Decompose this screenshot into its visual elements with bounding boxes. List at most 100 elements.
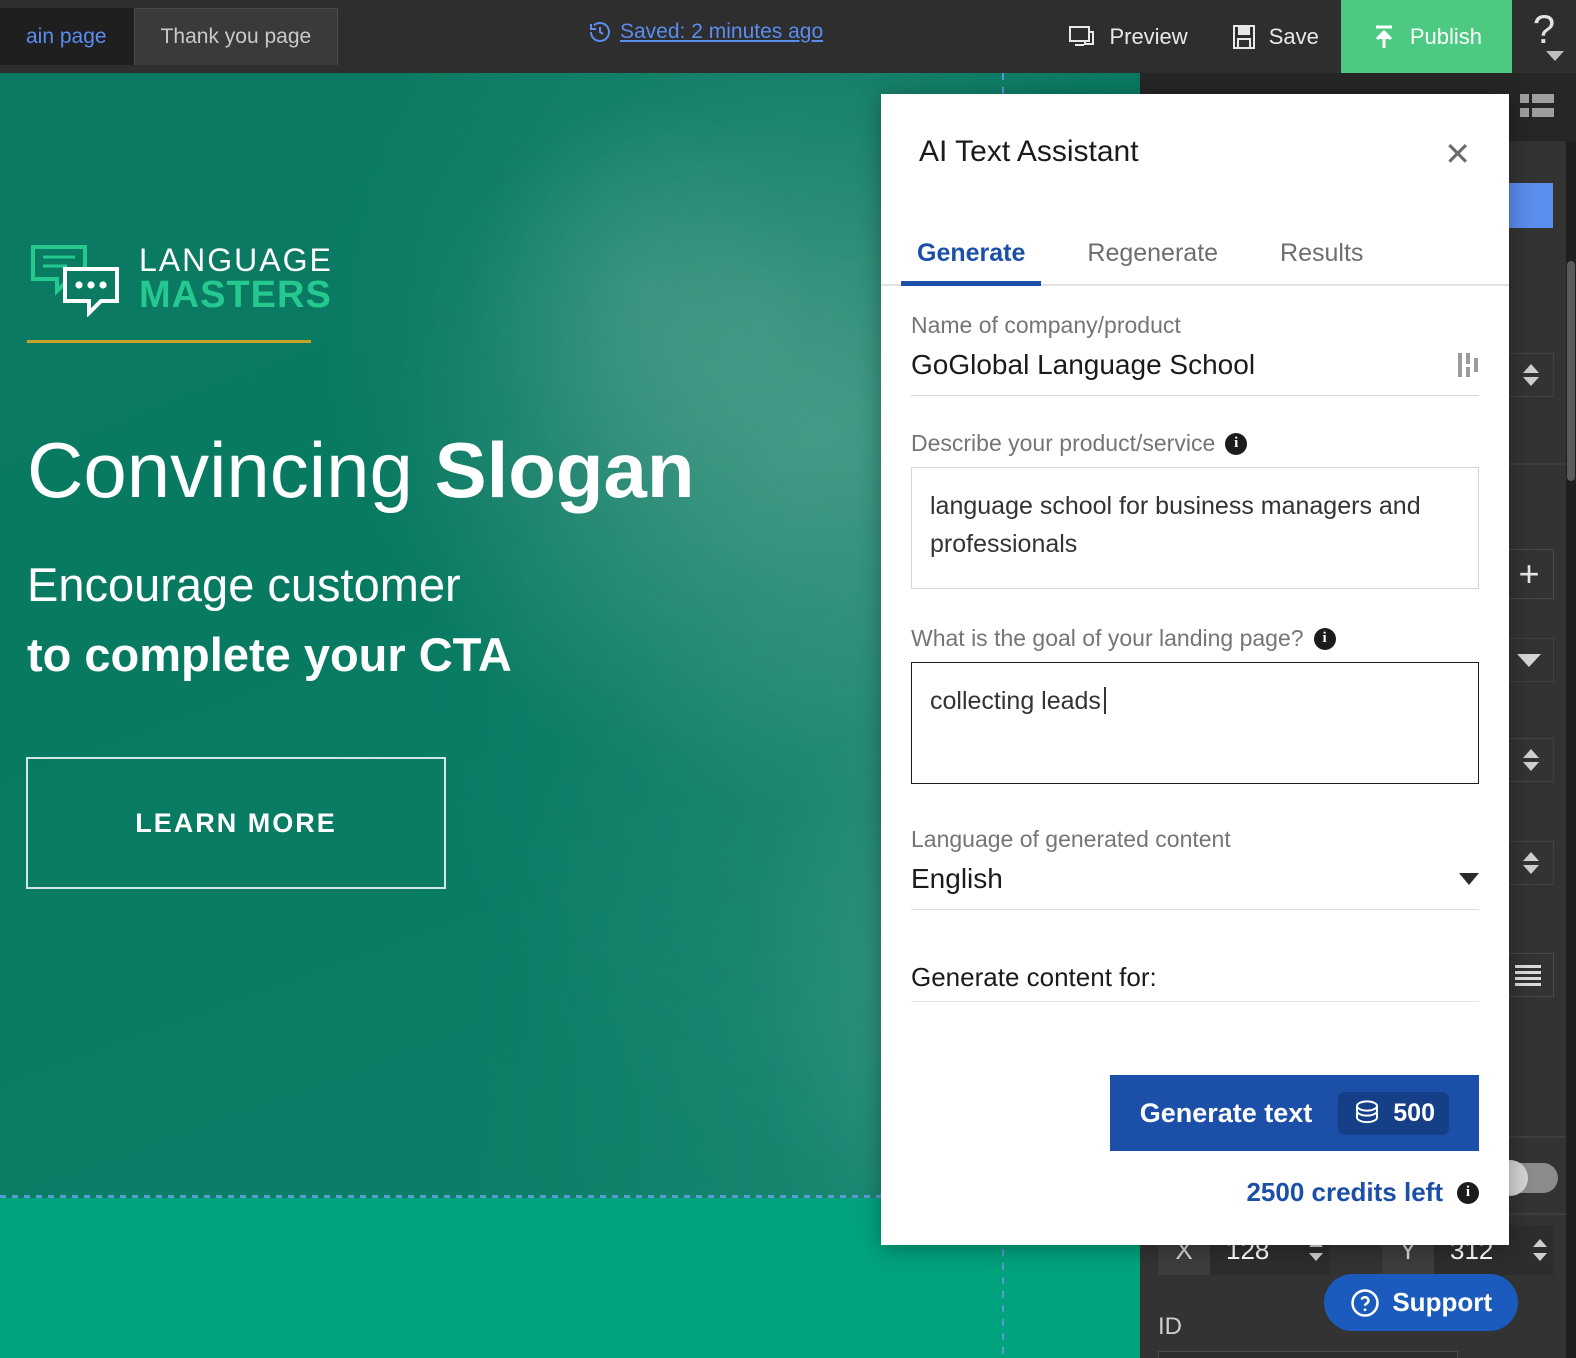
language-field-group: Language of generated content English (911, 826, 1479, 910)
question-circle-icon (1350, 1288, 1380, 1318)
speech-bubbles-icon (27, 241, 123, 317)
company-value: GoGlobal Language School (911, 349, 1256, 380)
top-toolbar: ain page Thank you page Saved: 2 minutes… (0, 0, 1576, 73)
language-select[interactable]: English (911, 863, 1479, 910)
credit-cost-value: 500 (1393, 1098, 1435, 1127)
right-panel-scrollbar[interactable] (1566, 141, 1576, 1358)
company-label: Name of company/product (911, 312, 1181, 338)
coin-stack-icon (1352, 1099, 1382, 1127)
support-label: Support (1392, 1287, 1492, 1317)
page-tabs: ain page Thank you page (0, 8, 339, 65)
align-line-icon (1515, 982, 1541, 986)
language-label: Language of generated content (911, 826, 1231, 852)
chevron-up-icon (1523, 749, 1539, 758)
modal-title: AI Text Assistant (919, 135, 1139, 168)
app-root: ain page Thank you page Saved: 2 minutes… (0, 0, 1576, 1358)
info-icon[interactable]: i (1225, 432, 1248, 455)
page-tab-main[interactable]: ain page (0, 8, 134, 65)
tab-generate-label: Generate (917, 239, 1026, 267)
hero-headline-bold: Slogan (434, 426, 695, 514)
site-logo[interactable]: LANGUAGE MASTERS (27, 241, 333, 343)
company-input[interactable]: GoGlobal Language School (911, 349, 1479, 396)
modal-tabs: Generate Regenerate Results (881, 210, 1509, 286)
generate-text-label: Generate text (1139, 1097, 1313, 1128)
scrollbar-thumb[interactable] (1567, 261, 1575, 481)
close-icon[interactable]: ✕ (1444, 138, 1471, 170)
hero-headline[interactable]: Convincing Slogan (27, 429, 695, 512)
preview-label: Preview (1109, 23, 1188, 49)
logo-line-2: MASTERS (139, 274, 332, 316)
chevron-down-icon (1309, 1253, 1323, 1261)
language-value: English (911, 863, 1003, 894)
text-cursor (1103, 687, 1106, 714)
generate-content-for-label: Generate content for: (911, 962, 1479, 1002)
page-tab-main-label: ain page (26, 25, 107, 48)
align-line-icon (1515, 976, 1541, 980)
credits-left[interactable]: 2500 credits left i (1246, 1177, 1479, 1208)
page-tab-thank-you[interactable]: Thank you page (133, 8, 339, 65)
describe-label-text: Describe your product/service (911, 430, 1216, 456)
floppy-disk-icon (1232, 24, 1256, 50)
describe-label: Describe your product/service i (911, 430, 1479, 457)
top-toolbar-right: Preview Save Publish ? (1046, 0, 1576, 73)
history-clock-icon (588, 20, 612, 44)
add-element-button[interactable]: + (1504, 549, 1554, 599)
learn-more-button[interactable]: LEARN MORE (26, 757, 446, 889)
tab-regenerate[interactable]: Regenerate (1079, 239, 1226, 284)
modal-header: AI Text Assistant ✕ (881, 94, 1509, 210)
chevron-down-icon (1459, 873, 1479, 885)
color-swatch[interactable] (1506, 183, 1553, 228)
modal-footer: Generate text 500 2500 credits left i (881, 1053, 1509, 1245)
number-stepper-3[interactable] (1508, 841, 1554, 885)
goal-textarea[interactable]: collecting leads (911, 662, 1479, 784)
chevron-up-icon (1523, 852, 1539, 861)
chevron-down-icon (1523, 377, 1539, 386)
credit-cost-chip: 500 (1338, 1091, 1449, 1135)
save-button[interactable]: Save (1210, 0, 1341, 73)
question-mark-icon: ? (1532, 8, 1556, 52)
plus-icon: + (1518, 553, 1540, 594)
support-button[interactable]: Support (1324, 1274, 1518, 1331)
y-stepper[interactable] (1526, 1225, 1554, 1275)
preview-button[interactable]: Preview (1046, 0, 1209, 73)
chevron-down-icon (1523, 762, 1539, 771)
hero-sub-line-1: Encourage customer (27, 558, 461, 611)
id-label: ID (1158, 1313, 1182, 1340)
company-field-group: Name of company/product GoGlobal Languag… (911, 312, 1479, 396)
hero-subheadline[interactable]: Encourage customer to complete your CTA (27, 550, 512, 689)
goal-value: collecting leads (930, 687, 1101, 715)
tab-generate[interactable]: Generate (900, 239, 1042, 286)
id-input[interactable] (1158, 1351, 1458, 1358)
describe-textarea[interactable]: language school for business managers an… (911, 467, 1479, 589)
upload-arrow-icon (1371, 23, 1397, 51)
info-icon[interactable]: i (1313, 627, 1336, 650)
describe-field-group: Describe your product/service i language… (911, 430, 1479, 589)
modal-body: Name of company/product GoGlobal Languag… (881, 286, 1509, 1053)
goal-field-group: What is the goal of your landing page? i… (911, 625, 1479, 784)
help-button[interactable]: ? (1512, 0, 1576, 73)
monitor-icon (1068, 24, 1096, 50)
list-view-icon[interactable] (1520, 93, 1554, 121)
ai-text-assistant-modal: AI Text Assistant ✕ Generate Regenerate … (881, 94, 1509, 1245)
number-stepper-2[interactable] (1508, 738, 1554, 782)
logo-underline-rule (27, 340, 311, 343)
tab-regenerate-label: Regenerate (1087, 239, 1219, 267)
page-tab-thank-you-label: Thank you page (160, 25, 312, 48)
number-stepper-1[interactable] (1508, 353, 1554, 397)
publish-button[interactable]: Publish (1340, 0, 1512, 73)
align-line-icon (1515, 964, 1541, 968)
dropdown-button-1[interactable] (1504, 638, 1554, 682)
tab-results-label: Results (1280, 239, 1364, 267)
goal-label: What is the goal of your landing page? i (911, 625, 1479, 652)
tab-results[interactable]: Results (1272, 239, 1371, 284)
goal-label-text: What is the goal of your landing page? (911, 625, 1304, 651)
describe-value: language school for business managers an… (930, 492, 1421, 558)
scroll-fade-overlay (881, 997, 1509, 1053)
bar-levels-icon[interactable] (1457, 350, 1479, 380)
generate-text-button[interactable]: Generate text 500 (1109, 1075, 1479, 1151)
save-label: Save (1268, 23, 1319, 49)
text-align-button[interactable] (1502, 953, 1554, 997)
chevron-down-icon (1517, 653, 1541, 667)
info-icon[interactable]: i (1457, 1181, 1479, 1204)
saved-status[interactable]: Saved: 2 minutes ago (588, 20, 823, 44)
